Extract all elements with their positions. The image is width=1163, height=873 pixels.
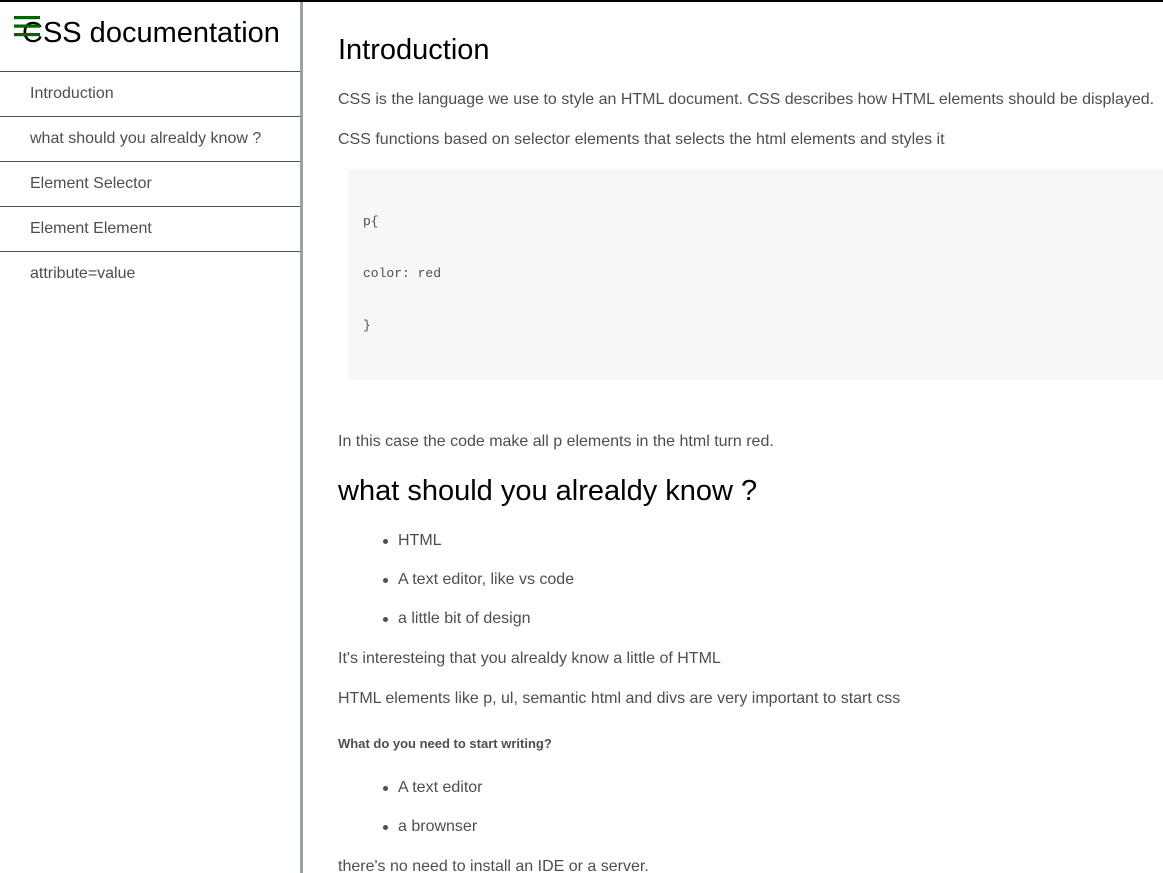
navbar-header: CSS documentation (0, 2, 300, 72)
know-paragraph-2: HTML elements like p, ul, semantic html … (338, 690, 901, 707)
nav-link-attribute-value[interactable]: attribute=value (0, 252, 300, 296)
intro-paragraph-2: CSS functions based on selector elements… (338, 131, 945, 148)
know-paragraph-3: there's no need to install an IDE or a s… (338, 858, 649, 873)
nav-link-what-should-you-already-know[interactable]: what should you alrealdy know ? (0, 117, 300, 162)
navbar: CSS documentation Introduction what shou… (0, 2, 300, 873)
subheading-start-writing: What do you need to start writing? (338, 736, 552, 751)
main-doc: Introduction CSS is the language we use … (338, 2, 1163, 873)
list-item: A text editor, like vs code (382, 571, 575, 588)
nav-link-element-element[interactable]: Element Element (0, 207, 300, 252)
code-line: } (363, 318, 371, 333)
intro-paragraph-1: CSS is the language we use to style an H… (338, 91, 1155, 108)
know-paragraph-1: It's interesteing that you alrealdy know… (338, 650, 721, 667)
code-line: color: red (363, 266, 442, 281)
list-item: a brownser (382, 818, 478, 835)
list-item: A text editor (383, 779, 483, 796)
nav-link-introduction[interactable]: Introduction (0, 72, 300, 117)
list-item: HTML (383, 532, 442, 549)
section-heading-introduction: Introduction (338, 34, 490, 66)
navbar-title: CSS documentation (22, 17, 280, 49)
code-line: p{ (363, 214, 379, 229)
intro-paragraph-3: In this case the code make all p element… (338, 433, 774, 450)
section-heading-what-should-you-already-know: what should you alrealdy know ? (338, 475, 758, 507)
hamburger-menu-icon[interactable] (14, 15, 42, 41)
nav-list: Introduction what should you alrealdy kn… (0, 72, 300, 296)
list-item: a little bit of design (383, 610, 531, 627)
nav-link-element-selector[interactable]: Element Selector (0, 162, 300, 207)
sidebar-divider (300, 2, 303, 873)
code-block: p{ color: red } (348, 169, 1163, 380)
